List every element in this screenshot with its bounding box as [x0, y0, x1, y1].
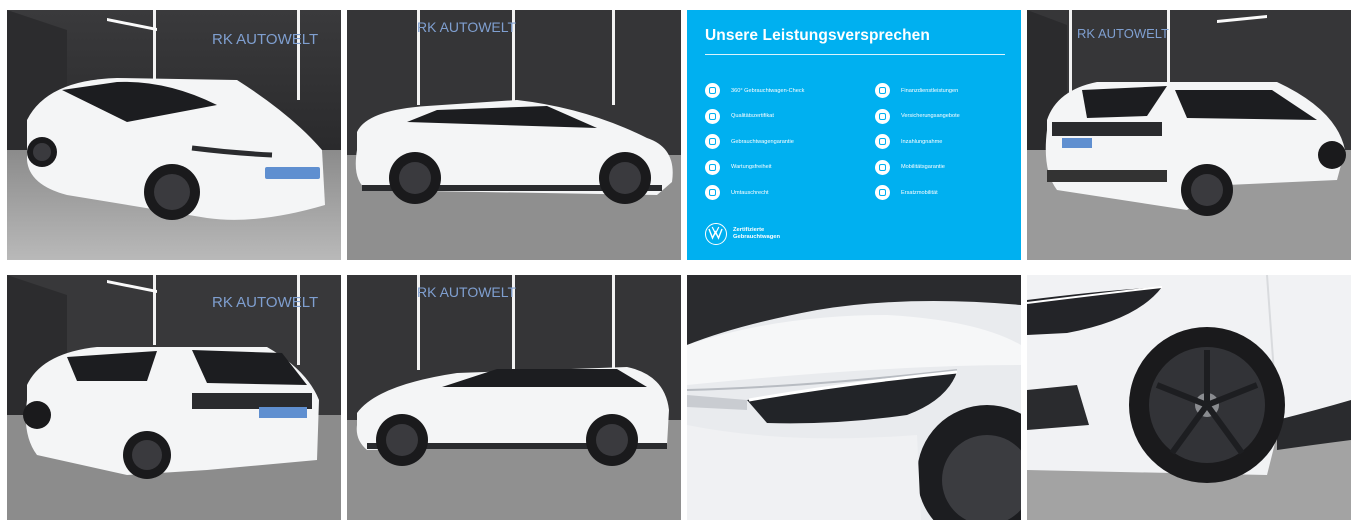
finance-icon [875, 83, 890, 99]
svg-text:RK AUTOWELT: RK AUTOWELT [212, 294, 318, 311]
photo-rear-right[interactable]: RK AUTOWELT [1027, 10, 1351, 260]
exchange-icon [705, 185, 720, 201]
certified-footer: Zertifizierte Gebrauchtwagen [705, 223, 780, 245]
certificate-icon [705, 108, 720, 124]
car-icon [875, 159, 890, 175]
promo-item: Wartungsfreiheit [705, 155, 804, 181]
photo-headlight-closeup[interactable] [687, 275, 1021, 520]
dealer-sign: RK AUTOWELT [212, 31, 318, 48]
promo-item: 360° Gebrauchtwagen-Check [705, 78, 804, 104]
photo-side-right[interactable]: RK AUTOWELT [347, 10, 681, 260]
photo-front-left[interactable]: RK AUTOWELT [7, 10, 341, 260]
promo-item: Mobilitätsgarantie [875, 155, 960, 181]
wrench-icon [705, 159, 720, 175]
promo-item: Inzahlungnahme [875, 129, 960, 155]
promo-list-left: 360° Gebrauchtwagen-Check Qualitätszerti… [705, 78, 804, 206]
svg-text:RK AUTOWELT: RK AUTOWELT [1077, 26, 1169, 41]
svg-text:RK AUTOWELT: RK AUTOWELT [417, 284, 517, 300]
promo-list-right: Finanzdienstleistungen Versicherungsange… [875, 78, 960, 206]
insurance-icon [875, 108, 890, 124]
replacement-car-icon [875, 185, 890, 201]
promo-item: Ersatzmobilität [875, 180, 960, 206]
photo-side-left[interactable]: RK AUTOWELT [347, 275, 681, 520]
promo-title: Unsere Leistungsversprechen [705, 27, 930, 44]
photo-wheel-closeup[interactable] [1027, 275, 1351, 520]
promo-item: Finanzdienstleistungen [875, 78, 960, 104]
svg-text:RK AUTOWELT: RK AUTOWELT [417, 19, 517, 35]
vw-logo-icon [705, 223, 727, 245]
photo-rear-left[interactable]: RK AUTOWELT [7, 275, 341, 520]
trade-in-icon [875, 134, 890, 150]
promo-panel: Unsere Leistungsversprechen 360° Gebrauc… [687, 10, 1021, 260]
promo-item: Versicherungsangebote [875, 104, 960, 130]
promo-item: Gebrauchtwagengarantie [705, 129, 804, 155]
promo-item: Qualitätszertifikat [705, 104, 804, 130]
shield-icon [705, 134, 720, 150]
promo-divider [705, 54, 1005, 55]
check-icon [705, 83, 720, 99]
promo-item: Umtauschrecht [705, 180, 804, 206]
